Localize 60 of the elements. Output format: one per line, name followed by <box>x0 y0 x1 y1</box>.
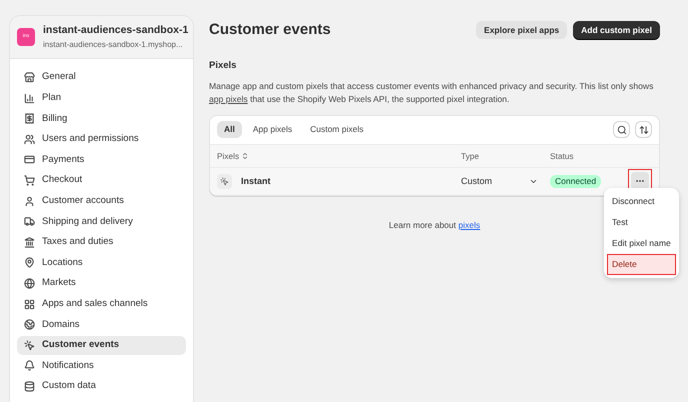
search-icon <box>616 124 626 135</box>
grid-icon <box>24 298 35 310</box>
section-description: Manage app and custom pixels that access customer events with enhanced privacy and security. This list only shows app pixels that use the Shopify Web Pixels API, the supported pixel integration. <box>209 80 654 106</box>
search-button[interactable] <box>613 121 630 138</box>
pixels-link[interactable]: pixels <box>458 220 480 230</box>
cursor-click-icon <box>24 340 35 351</box>
type-select[interactable]: Custom <box>461 174 550 188</box>
chart-icon <box>24 92 35 104</box>
pin-icon <box>24 257 35 268</box>
explore-button[interactable]: Explore pixel apps <box>476 21 568 40</box>
page-title: Customer events <box>209 20 331 40</box>
sort-icon <box>638 124 648 135</box>
sidebar-item[interactable]: Locations <box>17 253 186 272</box>
store-domain: instant-audiences-sandbox-1.myshop... <box>43 38 184 51</box>
person-icon <box>24 196 35 207</box>
sort-button[interactable] <box>635 121 652 138</box>
sidebar-item[interactable]: Users and permissions <box>17 130 186 149</box>
column-header: Status <box>550 150 574 162</box>
card-icon <box>24 154 35 166</box>
sidebar-item[interactable]: Notifications <box>17 356 186 376</box>
store-icon <box>24 72 35 83</box>
sidebar-item[interactable]: Shipping and delivery <box>17 212 186 232</box>
store-name: instant-audiences-sandbox-1 <box>43 23 186 38</box>
bell-icon <box>24 360 35 372</box>
cart-icon <box>24 174 35 186</box>
receipt-icon <box>24 113 35 124</box>
sidebar-item[interactable]: Customer accounts <box>17 192 186 211</box>
status-badge: Connected <box>550 174 602 188</box>
sidebar-item[interactable]: Customer events <box>17 336 186 355</box>
sidebar-item[interactable]: Payments <box>17 150 186 170</box>
sidebar-item[interactable]: Billing <box>17 109 186 128</box>
column-header[interactable]: Pixels <box>217 150 240 162</box>
bank-icon <box>24 236 35 248</box>
sidebar-item[interactable]: Domains <box>17 315 186 334</box>
menu-item[interactable]: Edit pixel name <box>607 233 676 254</box>
menu-item[interactable]: Test <box>607 212 676 233</box>
globe-icon <box>24 319 35 330</box>
sort-icon <box>241 152 250 160</box>
filter-tab[interactable]: All <box>217 121 242 138</box>
filter-tab[interactable]: Custom pixels <box>303 121 370 138</box>
menu-item[interactable]: Delete <box>607 254 676 275</box>
column-header: Type <box>461 150 480 162</box>
sidebar-item[interactable]: General <box>17 68 186 87</box>
menu-item[interactable]: Disconnect <box>607 191 676 212</box>
pixel-name: Instant <box>241 174 271 188</box>
truck-icon <box>24 216 35 228</box>
section-title: Pixels <box>209 58 238 72</box>
sidebar-item[interactable]: Custom data <box>17 376 186 396</box>
filter-tab[interactable]: App pixels <box>246 121 300 138</box>
sidebar-item[interactable]: Plan <box>17 88 186 108</box>
add-pixel-button[interactable]: Add custom pixel <box>573 21 660 40</box>
users-icon <box>24 134 35 145</box>
app-pixels-link[interactable]: app pixels <box>209 94 248 104</box>
globe-icon <box>24 278 35 289</box>
sidebar-item[interactable]: Apps and sales channels <box>17 294 186 314</box>
sidebar-item[interactable]: Checkout <box>17 170 186 190</box>
cursor-click-icon <box>220 176 229 186</box>
sidebar-item[interactable]: Taxes and duties <box>17 232 186 252</box>
sidebar-item[interactable]: Markets <box>17 274 186 293</box>
database-icon <box>24 380 35 392</box>
